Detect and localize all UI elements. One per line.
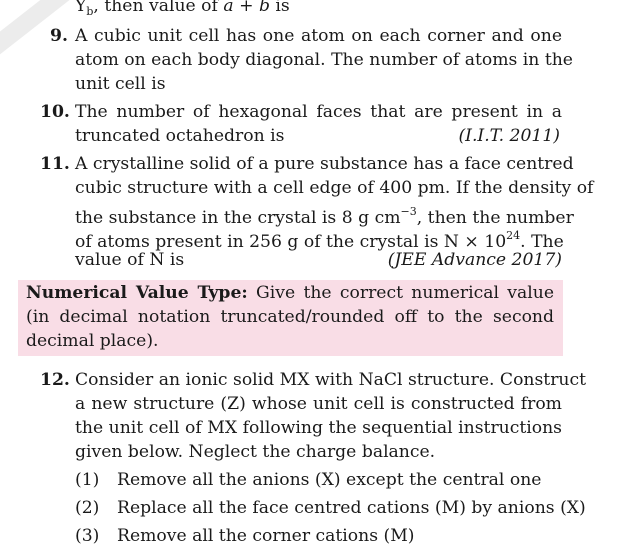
question-11-number: 11. — [40, 154, 70, 174]
q8-suffix: is — [269, 0, 290, 16]
q8-y: Y — [75, 0, 87, 16]
q10-line-2: truncated octahedron is — [75, 126, 285, 146]
q12-step-1-number: (1) — [75, 470, 100, 490]
q8-mid: , then value of — [93, 0, 224, 16]
note-line-1: Numerical Value Type: Give the correct n… — [26, 281, 554, 305]
note-line-3: decimal place). — [26, 331, 159, 351]
q12-step-3-text: Remove all the corner cations (M) — [117, 526, 415, 546]
note-line-2: (in decimal notation truncated/rounded o… — [26, 307, 554, 327]
q12-line-1: Consider an ionic solid MX with NaCl str… — [75, 370, 587, 390]
q11-source: (JEE Advance 2017) — [387, 250, 562, 270]
q8-var-b: b — [258, 0, 270, 16]
q12-step-2-number: (2) — [75, 498, 100, 518]
q11-line-1: A crystalline solid of a pure substance … — [75, 154, 574, 174]
q12-step-1-text: Remove all the anions (X) except the cen… — [117, 470, 542, 490]
q8-var-a: a — [223, 0, 234, 16]
q11-line-3-sup: −3 — [400, 205, 417, 218]
note-heading: Numerical Value Type: — [26, 283, 248, 303]
numerical-value-note: Numerical Value Type: Give the correct n… — [18, 280, 563, 356]
q12-step-2-text: Replace all the face centred cations (M)… — [117, 498, 586, 518]
q12-step-3-number: (3) — [75, 526, 100, 546]
q9-line-1: A cubic unit cell has one atom on each c… — [75, 26, 562, 46]
q8-plus: + — [233, 0, 259, 16]
question-10-number: 10. — [40, 102, 70, 122]
question-12-number: 12. — [40, 370, 70, 390]
q10-line-1: The number of hexagonal faces that are p… — [75, 102, 562, 122]
q11-line-2: cubic structure with a cell edge of 400 … — [75, 178, 594, 198]
q8-tail-line: Yb, then value of a + b is — [75, 0, 290, 24]
note-line-1-rest: Give the correct numerical value — [247, 283, 554, 303]
q12-line-2: a new structure (Z) whose unit cell is c… — [75, 394, 562, 414]
q10-source: (I.I.T. 2011) — [458, 126, 560, 146]
q11-line-5: value of N is — [75, 250, 185, 270]
q12-line-3: the unit cell of MX following the sequen… — [75, 418, 562, 438]
q11-line-4-sup: 24 — [506, 229, 521, 242]
q9-line-2: atom on each body diagonal. The number o… — [75, 50, 573, 70]
textbook-page: Yb, then value of a + b is 9. A cubic un… — [0, 0, 638, 547]
q9-line-3: unit cell is — [75, 74, 166, 94]
question-9-number: 9. — [50, 26, 68, 46]
q12-line-4: given below. Neglect the charge balance. — [75, 442, 436, 462]
